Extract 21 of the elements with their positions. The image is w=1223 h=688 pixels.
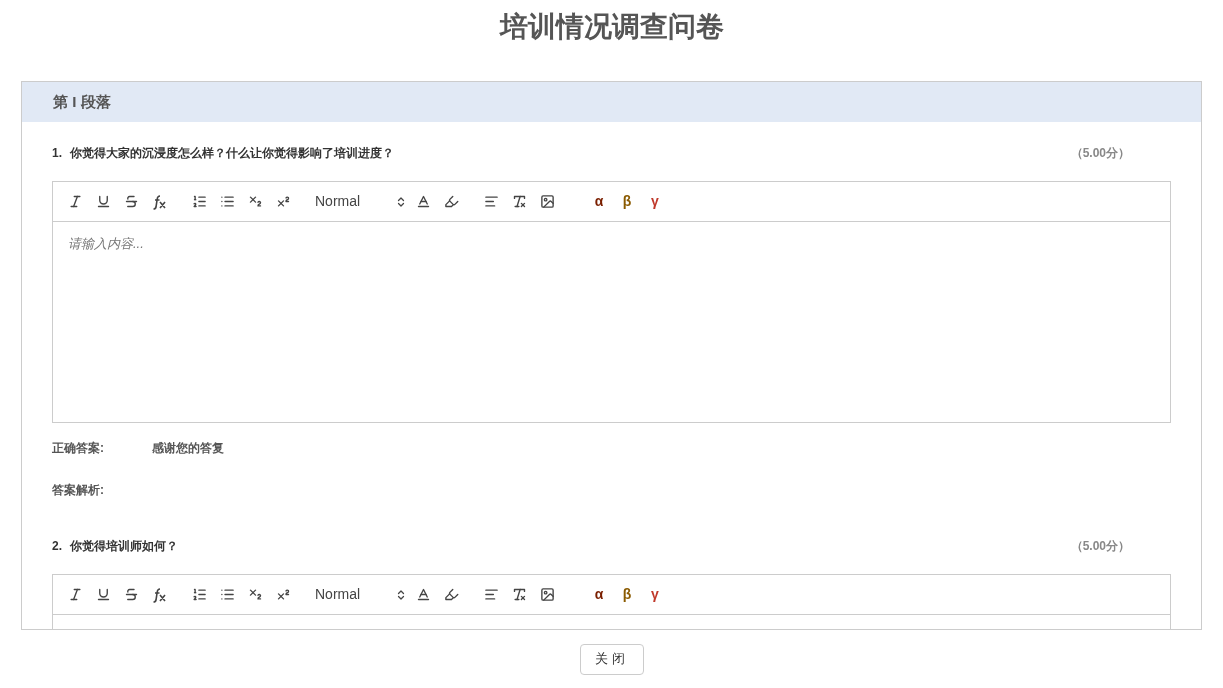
symbol-button[interactable]: γ [643,189,667,214]
up-down-arrow-icon [395,588,407,601]
symbol-button[interactable]: β [615,582,639,607]
answer-label: 正确答案: [52,440,105,457]
symbol-button[interactable]: α [587,582,611,607]
question-text: 1. 你觉得大家的沉浸度怎么样？什么让你觉得影响了培训进度？ [52,145,394,162]
analysis-label: 答案解析: [52,483,104,497]
question-score: （5.00分） [1070,538,1130,555]
symbol-button[interactable]: α [587,189,611,214]
page-title: 培训情况调查问卷 [499,10,724,44]
answer-value: 感谢您的答复 [152,440,224,457]
symbol-button[interactable]: γ [643,582,667,607]
question-score: （5.00分） [1070,145,1130,162]
up-down-arrow-icon [395,195,407,208]
section-heading: 第 I 段落 [53,91,111,112]
question-text: 2. 你觉得培训师如何？ [52,538,178,555]
symbol-button[interactable]: β [615,189,639,214]
editor-input[interactable]: 请输入内容... [52,222,1171,423]
font-size-picker[interactable]: Normal [315,584,407,605]
close-button[interactable]: 关闭 [579,643,644,675]
font-size-picker[interactable]: Normal [315,191,407,212]
